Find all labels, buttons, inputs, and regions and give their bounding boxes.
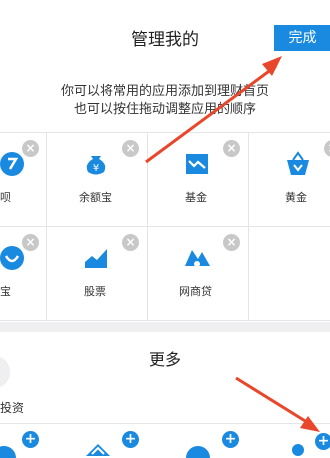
arrow-to-add-icon — [235, 376, 311, 426]
annotation-arrows — [145, 56, 320, 432]
arrow-to-done-icon — [145, 64, 277, 164]
